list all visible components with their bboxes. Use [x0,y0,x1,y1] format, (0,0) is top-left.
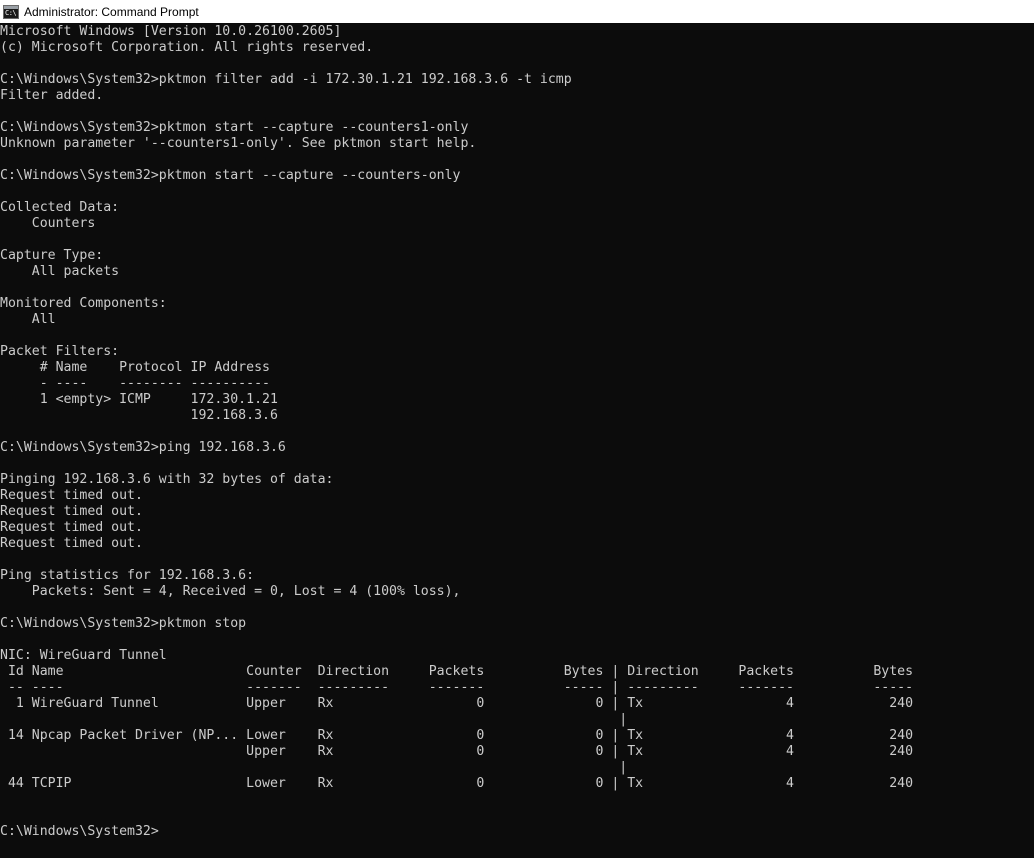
console-line: # Name Protocol IP Address [0,360,270,375]
console-line: Packets: Sent = 4, Received = 0, Lost = … [0,584,461,599]
console-line: All packets [0,264,120,279]
console-line: Ping statistics for 192.168.3.6: [0,568,255,583]
console-line: | [0,760,628,775]
console-line: Request timed out. [0,520,143,535]
console-line: Request timed out. [0,488,143,503]
console-line: All [0,312,56,327]
command-prompt-icon: C:\ [3,4,19,19]
console-line: Unknown parameter '--counters1-only'. Se… [0,136,477,151]
console-line: Pinging 192.168.3.6 with 32 bytes of dat… [0,472,334,487]
console-line: NIC: WireGuard Tunnel [0,648,167,663]
console-line: 14 Npcap Packet Driver (NP... Lower Rx 0… [0,728,914,743]
console-line: Request timed out. [0,504,143,519]
console-line: Microsoft Windows [Version 10.0.26100.26… [0,24,342,39]
console-line: 1 WireGuard Tunnel Upper Rx 0 0 | Tx 4 2… [0,696,914,711]
console-line: 1 <empty> ICMP 172.30.1.21 [0,392,278,407]
console-line: | [0,712,628,727]
console-line: Upper Rx 0 0 | Tx 4 240 [0,744,914,759]
console-line: Monitored Components: [0,296,167,311]
console-line: Packet Filters: [0,344,120,359]
console-line: Filter added. [0,88,104,103]
window-title: Administrator: Command Prompt [24,4,199,19]
console-line: Counters [0,216,96,231]
console-output[interactable]: Microsoft Windows [Version 10.0.26100.26… [0,23,1034,858]
console-line: 192.168.3.6 [0,408,278,423]
console-line: Collected Data: [0,200,120,215]
console-line: C:\Windows\System32>pktmon stop [0,616,247,631]
console-line: C:\Windows\System32>pktmon start --captu… [0,120,469,135]
console-line: 44 TCPIP Lower Rx 0 0 | Tx 4 240 [0,776,914,791]
console-line: C:\Windows\System32>ping 192.168.3.6 [0,440,286,455]
console-line: Request timed out. [0,536,143,551]
console-line: C:\Windows\System32>pktmon start --captu… [0,168,461,183]
console-line: - ---- -------- ---------- [0,376,270,391]
console-line: -- ---- ------- --------- ------- ----- … [0,680,914,695]
command-prompt-window: C:\ Administrator: Command Prompt Micros… [0,0,1034,858]
console-line: C:\Windows\System32>pktmon filter add -i… [0,72,572,87]
console-line: C:\Windows\System32> [0,824,159,839]
console-line: (c) Microsoft Corporation. All rights re… [0,40,374,55]
console-line: Capture Type: [0,248,104,263]
console-line: Id Name Counter Direction Packets Bytes … [0,664,914,679]
title-bar[interactable]: C:\ Administrator: Command Prompt [0,0,1034,23]
